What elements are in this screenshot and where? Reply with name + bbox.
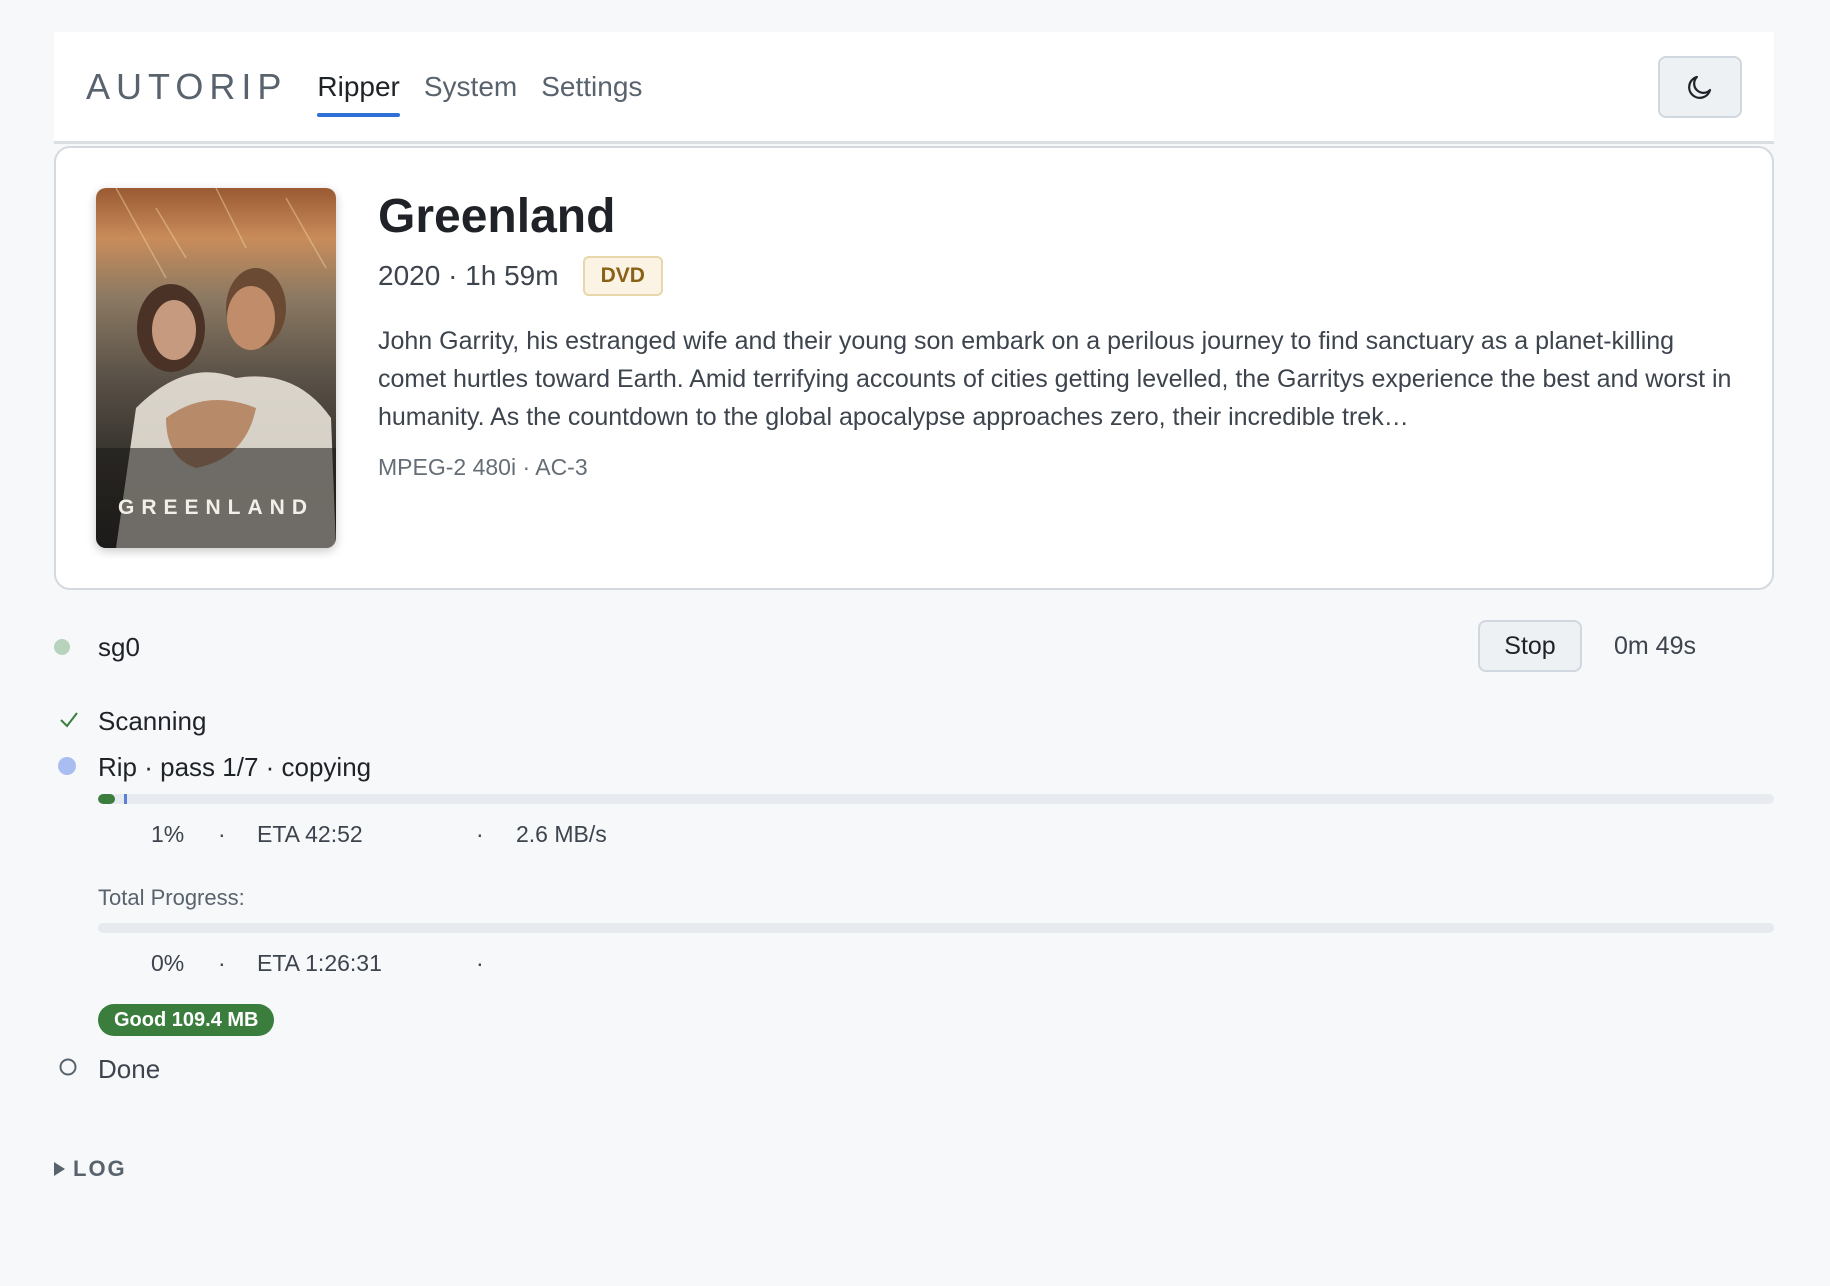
quality-badge: Good 109.4 MB	[98, 1004, 275, 1036]
tab-system[interactable]: System	[424, 63, 517, 111]
movie-poster: GREENLAND	[96, 188, 336, 548]
top-nav-bar: AUTORIP Ripper System Settings	[54, 32, 1774, 144]
rip-progress-fill	[98, 794, 115, 804]
rip-speed: 2.6 MB/s	[516, 821, 607, 847]
total-progress-bar	[98, 923, 1774, 933]
total-percent: 0%	[151, 950, 185, 976]
movie-info: Greenland 2020 · 1h 59m DVD John Garrity…	[378, 188, 1732, 481]
movie-card: GREENLAND Greenland 2020 · 1h 59m DVD Jo…	[54, 146, 1774, 590]
poster-title-text: GREENLAND	[117, 496, 314, 519]
elapsed-time: 0m 49s	[1614, 632, 1696, 660]
rip-progress-bar	[98, 794, 1774, 804]
movie-tech-info: MPEG-2 480i · AC-3	[378, 453, 588, 480]
rip-progress-cursor	[124, 794, 127, 804]
rip-eta: ETA 42:52	[257, 821, 363, 847]
movie-meta-line: 2020 · 1h 59m DVD	[378, 255, 1732, 296]
tab-settings[interactable]: Settings	[541, 63, 642, 111]
app: AUTORIP Ripper System Settings GREENLAND…	[54, 32, 1774, 590]
total-progress-label: Total Progress:	[98, 885, 245, 910]
circle-outline-icon	[59, 1058, 77, 1076]
tab-ripper[interactable]: Ripper	[317, 63, 401, 117]
step-rip-label: Rip · pass 1/7 · copying	[98, 752, 372, 782]
total-eta: ETA 1:26:31	[257, 950, 382, 976]
drive-name: sg0	[98, 632, 140, 662]
total-separator: ·	[476, 950, 484, 976]
poster-art	[96, 188, 336, 548]
step-scanning-label: Scanning	[98, 706, 207, 736]
drive-row: sg0 Stop 0m 49s	[54, 620, 1774, 674]
log-toggle[interactable]: LOG	[54, 1156, 127, 1182]
theme-toggle-button[interactable]	[1658, 56, 1742, 118]
step-done-label: Done	[98, 1054, 161, 1084]
total-separator: ·	[218, 950, 226, 976]
check-icon	[60, 712, 78, 728]
log-label: LOG	[73, 1156, 127, 1181]
disc-type-badge: DVD	[582, 255, 663, 296]
rip-separator: ·	[218, 821, 226, 847]
moon-icon	[1688, 75, 1712, 99]
drive-status-dot	[54, 639, 70, 655]
movie-meta: 2020 · 1h 59m	[378, 259, 559, 291]
brand-logo: AUTORIP	[86, 65, 288, 107]
movie-overview: John Garrity, his estranged wife and the…	[378, 326, 1732, 431]
stop-button[interactable]: Stop	[1478, 620, 1582, 672]
movie-title: Greenland	[378, 190, 616, 243]
rip-percent: 1%	[151, 821, 185, 847]
caret-right-icon	[54, 1162, 65, 1176]
step-rip-active-dot	[58, 757, 76, 775]
rip-separator: ·	[476, 821, 484, 847]
